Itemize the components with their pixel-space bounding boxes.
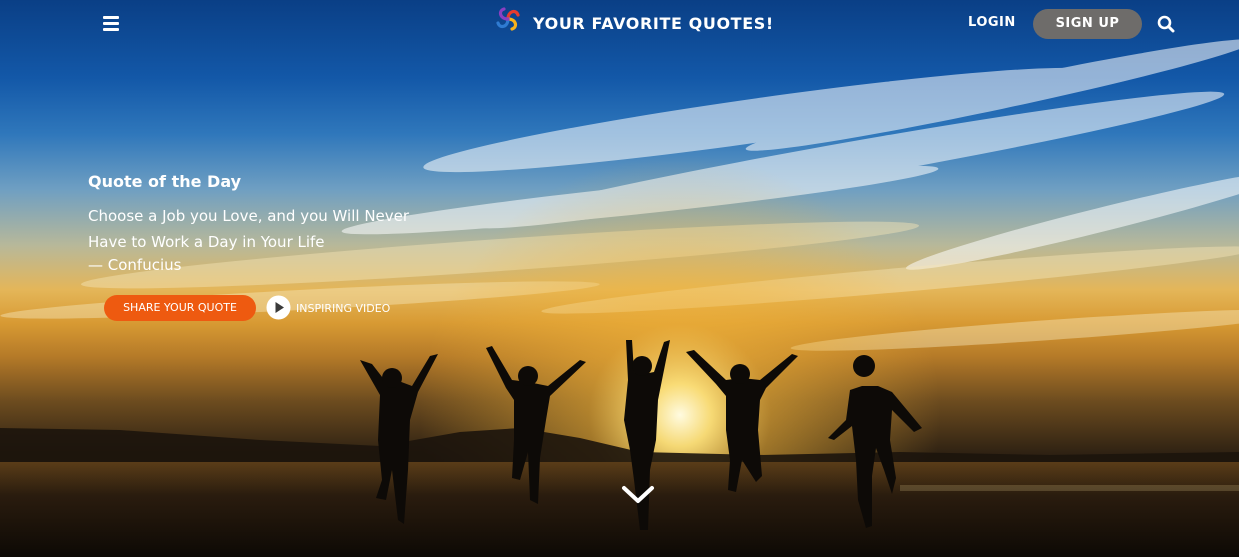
quote-heading: Quote of the Day bbox=[88, 172, 242, 191]
menu-line bbox=[103, 22, 119, 25]
hamburger-menu-icon[interactable] bbox=[103, 16, 119, 32]
inspiring-video-link[interactable]: INSPIRING VIDEO bbox=[296, 302, 390, 315]
login-link[interactable]: LOGIN bbox=[968, 15, 1016, 30]
search-icon[interactable] bbox=[1157, 15, 1175, 33]
quote-author: — Confucius bbox=[88, 256, 182, 274]
quote-text: Choose a Job you Love, and you Will Neve… bbox=[88, 207, 410, 251]
share-quote-button[interactable]: SHARE YOUR QUOTE bbox=[104, 295, 256, 321]
hero-background-image bbox=[0, 39, 1239, 557]
menu-line bbox=[103, 28, 119, 31]
hero-section: YOUR FAVORITE QUOTES! LOGIN SIGN UP Quot… bbox=[0, 0, 1239, 557]
pinwheel-logo-icon bbox=[496, 7, 520, 31]
chevron-down-icon[interactable] bbox=[621, 484, 655, 506]
play-circle-icon[interactable] bbox=[266, 295, 291, 320]
signup-button[interactable]: SIGN UP bbox=[1033, 9, 1142, 39]
site-title[interactable]: YOUR FAVORITE QUOTES! bbox=[533, 14, 774, 33]
menu-line bbox=[103, 16, 119, 19]
